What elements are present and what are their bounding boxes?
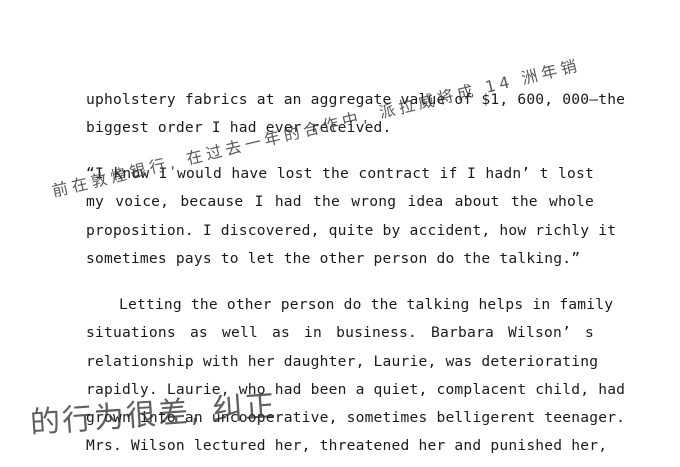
paragraph-first-line: Letting the other person do the talking … <box>119 296 614 313</box>
text-line: my voice, because I had the wrong idea a… <box>86 193 594 210</box>
text-line: proposition. I discovered, quite by acci… <box>86 222 617 239</box>
document-page: upholstery fabrics at an aggregate value… <box>0 0 680 467</box>
handwritten-annotation-bottom: 的行为很差, 纠正 <box>29 388 278 441</box>
text-line: upholstery fabrics at an aggregate value… <box>86 91 626 108</box>
text-line: sometimes pays to let the other person d… <box>86 250 581 267</box>
text-line: situations as well as in business. Barba… <box>86 324 594 341</box>
text-line: relationship with her daughter, Laurie, … <box>86 353 599 370</box>
text-line: Mrs. Wilson lectured her, threatened her… <box>86 437 608 454</box>
